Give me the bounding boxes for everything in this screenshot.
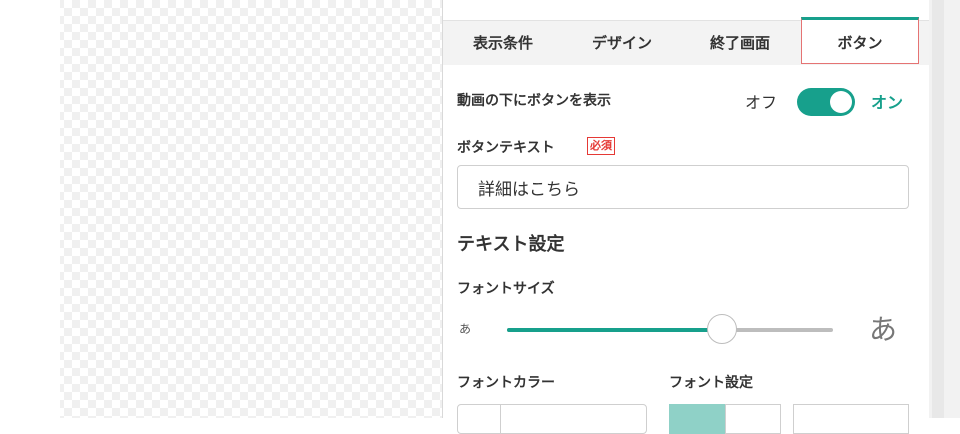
button-text-label: ボタンテキスト: [457, 140, 555, 156]
toggle-knob: [830, 91, 852, 113]
show-button-label: 動画の下にボタンを表示: [457, 93, 611, 109]
slider-fill: [507, 328, 723, 332]
font-color-label: フォントカラー: [457, 375, 555, 391]
tab-bar: 表示条件 デザイン 終了画面 ボタン: [443, 17, 929, 65]
button-text-input[interactable]: [457, 165, 909, 209]
font-setting-label: フォント設定: [669, 375, 753, 391]
tab-button[interactable]: ボタン: [801, 17, 919, 64]
tab-design[interactable]: デザイン: [563, 21, 681, 65]
tab-display-conditions[interactable]: 表示条件: [443, 21, 563, 65]
toggle-on-label: オン: [871, 93, 904, 112]
text-settings-title: テキスト設定: [457, 234, 565, 255]
font-setting-option-3[interactable]: [793, 404, 909, 434]
show-button-toggle[interactable]: [797, 88, 855, 116]
font-size-large-glyph: あ: [869, 313, 898, 346]
panel-scrollbar[interactable]: [932, 0, 944, 418]
font-size-label: フォントサイズ: [457, 281, 555, 297]
font-size-slider[interactable]: [507, 314, 833, 344]
font-setting-option-1[interactable]: [669, 404, 725, 434]
slider-thumb[interactable]: [707, 314, 738, 344]
left-margin: [0, 0, 60, 418]
toggle-off-label: オフ: [745, 93, 778, 112]
settings-panel: 表示条件 デザイン 終了画面 ボタン 動画の下にボタンを表示 オフ オン ボタン…: [442, 0, 929, 434]
required-badge: 必須: [587, 137, 615, 155]
font-color-input[interactable]: [457, 404, 647, 434]
tab-end-screen[interactable]: 終了画面: [681, 21, 799, 65]
font-setting-option-2[interactable]: [725, 404, 781, 434]
color-swatch-divider: [500, 405, 501, 433]
font-size-small-glyph: あ: [459, 322, 472, 336]
